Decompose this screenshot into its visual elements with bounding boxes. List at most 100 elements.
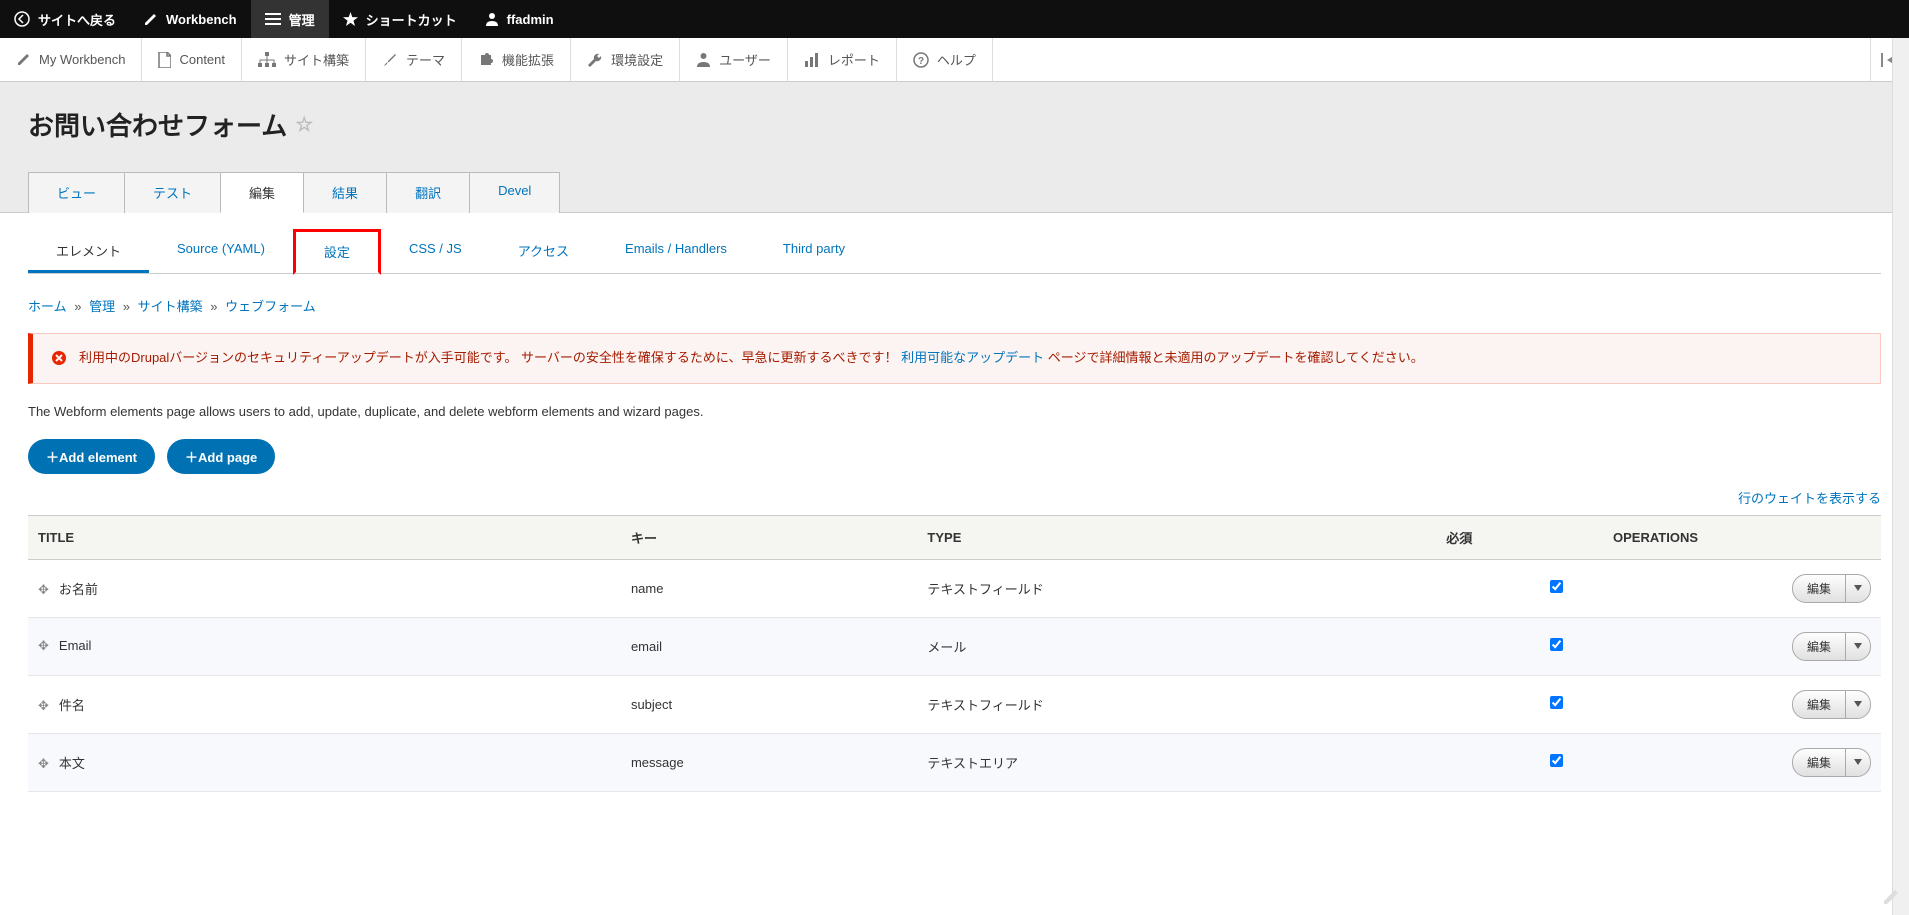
required-checkbox[interactable] (1550, 696, 1563, 709)
toolbar-workbench[interactable]: Workbench (130, 0, 251, 38)
subtab-settings[interactable]: 設定 (293, 229, 381, 275)
drag-handle-icon[interactable]: ✥ (38, 582, 49, 597)
show-row-weights-link[interactable]: 行のウェイトを表示する (1738, 491, 1881, 506)
pencil-icon (16, 52, 31, 67)
cell-type: テキストエリア (917, 733, 1436, 791)
action-buttons: ＋Add element ＋Add page (28, 439, 1881, 474)
error-circle-icon (51, 350, 67, 366)
toolbar-user[interactable]: ffadmin (471, 0, 568, 38)
menu-content[interactable]: Content (142, 38, 242, 81)
required-checkbox[interactable] (1550, 580, 1563, 593)
menu-config[interactable]: 環境設定 (571, 38, 680, 81)
page-description: The Webform elements page allows users t… (28, 384, 1881, 439)
tab-results[interactable]: 結果 (303, 172, 387, 213)
menu-structure[interactable]: サイト構築 (242, 38, 366, 81)
alert-text: 利用中のDrupalバージョンのセキュリティーアップデートが入手可能です。 サー… (79, 348, 1424, 369)
favorite-star-icon[interactable]: ☆ (295, 112, 313, 137)
cell-title: 件名 (59, 698, 85, 713)
star-icon (343, 12, 358, 27)
primary-tabs: ビューテスト編集結果翻訳Devel (28, 171, 1881, 212)
paintbrush-icon (382, 52, 398, 68)
drag-handle-icon[interactable]: ✥ (38, 756, 49, 771)
tab-translate[interactable]: 翻訳 (386, 172, 470, 213)
required-checkbox[interactable] (1550, 638, 1563, 651)
subtab-source[interactable]: Source (YAML) (149, 231, 293, 273)
cell-title: 本文 (59, 756, 85, 771)
subtab-thirdparty[interactable]: Third party (755, 231, 873, 273)
operations-dropbutton: 編集 (1792, 574, 1871, 603)
subtab-access[interactable]: アクセス (490, 231, 597, 273)
required-checkbox[interactable] (1550, 754, 1563, 767)
page-title-text: お問い合わせフォーム (28, 106, 287, 143)
menu-help[interactable]: ? ヘルプ (897, 38, 993, 81)
dropbutton-toggle[interactable] (1846, 633, 1870, 660)
person-icon (485, 12, 499, 26)
cell-key: subject (621, 675, 917, 733)
menu-my-workbench[interactable]: My Workbench (0, 38, 142, 81)
edit-button[interactable]: 編集 (1793, 691, 1846, 718)
th-required: 必須 (1436, 515, 1603, 559)
breadcrumb-admin[interactable]: 管理 (89, 299, 115, 314)
breadcrumb-webform[interactable]: ウェブフォーム (225, 299, 316, 314)
cell-type: テキストフィールド (917, 675, 1436, 733)
cell-key: message (621, 733, 917, 791)
dropbutton-toggle[interactable] (1846, 749, 1870, 776)
breadcrumb: ホーム » 管理 » サイト構築 » ウェブフォーム (28, 274, 1881, 333)
tab-edit[interactable]: 編集 (220, 172, 304, 213)
menu-appearance[interactable]: テーマ (366, 38, 462, 81)
subtab-cssjs[interactable]: CSS / JS (381, 231, 490, 273)
table-row: ✥ 件名 subjectテキストフィールド 編集 (28, 675, 1881, 733)
tab-devel[interactable]: Devel (469, 172, 560, 213)
edit-button[interactable]: 編集 (1793, 749, 1846, 776)
th-type: TYPE (917, 515, 1436, 559)
breadcrumb-sep: » (123, 299, 130, 314)
add-element-button[interactable]: ＋Add element (28, 439, 155, 474)
edit-button[interactable]: 編集 (1793, 575, 1846, 602)
menu-label: 環境設定 (611, 50, 663, 69)
dropbutton-toggle[interactable] (1846, 575, 1870, 602)
breadcrumb-home[interactable]: ホーム (28, 299, 67, 314)
menu-reports[interactable]: レポート (788, 38, 897, 81)
tab-view[interactable]: ビュー (28, 172, 125, 213)
page-header-region: お問い合わせフォーム ☆ ビューテスト編集結果翻訳Devel (0, 82, 1909, 213)
question-icon: ? (913, 52, 929, 68)
menu-label: ヘルプ (937, 50, 976, 69)
menu-label: サイト構築 (284, 50, 349, 69)
menu-label: My Workbench (39, 52, 125, 67)
barchart-icon (804, 53, 820, 67)
dropbutton-toggle[interactable] (1846, 691, 1870, 718)
cell-type: メール (917, 617, 1436, 675)
menu-people[interactable]: ユーザー (680, 38, 788, 81)
breadcrumb-structure[interactable]: サイト構築 (138, 299, 203, 314)
toolbar-manage[interactable]: 管理 (251, 0, 329, 38)
breadcrumb-sep: » (210, 299, 217, 314)
toolbar-user-label: ffadmin (507, 12, 554, 27)
sitemap-icon (258, 52, 276, 67)
table-row: ✥ 本文 messageテキストエリア 編集 (28, 733, 1881, 791)
admin-toolbar: サイトへ戻る Workbench 管理 ショートカット ffadmin (0, 0, 1909, 38)
show-row-weights: 行のウェイトを表示する (28, 474, 1881, 515)
operations-dropbutton: 編集 (1792, 632, 1871, 661)
tab-test[interactable]: テスト (124, 172, 221, 213)
page-title: お問い合わせフォーム ☆ (28, 106, 1881, 143)
edit-button[interactable]: 編集 (1793, 633, 1846, 660)
operations-dropbutton: 編集 (1792, 690, 1871, 719)
alert-updates-link[interactable]: 利用可能なアップデート (901, 350, 1044, 365)
subtab-elements[interactable]: エレメント (28, 231, 149, 273)
main-content: エレメントSource (YAML)設定CSS / JSアクセスEmails /… (0, 213, 1909, 820)
toolbar-shortcuts-label: ショートカット (366, 10, 457, 29)
toolbar-back[interactable]: サイトへ戻る (0, 0, 130, 38)
corner-edit-icon[interactable] (1881, 887, 1901, 907)
operations-dropbutton: 編集 (1792, 748, 1871, 777)
menu-label: 機能拡張 (502, 50, 554, 69)
add-page-button[interactable]: ＋Add page (167, 439, 275, 474)
menu-extend[interactable]: 機能拡張 (462, 38, 571, 81)
menu-label: Content (179, 52, 225, 67)
menu-label: ユーザー (719, 50, 771, 69)
toolbar-shortcuts[interactable]: ショートカット (329, 0, 471, 38)
drag-handle-icon[interactable]: ✥ (38, 638, 49, 653)
drag-handle-icon[interactable]: ✥ (38, 698, 49, 713)
table-row: ✥お名前nameテキストフィールド編集 (28, 559, 1881, 617)
subtab-emails[interactable]: Emails / Handlers (597, 231, 755, 273)
scrollbar-gutter (1892, 38, 1909, 915)
